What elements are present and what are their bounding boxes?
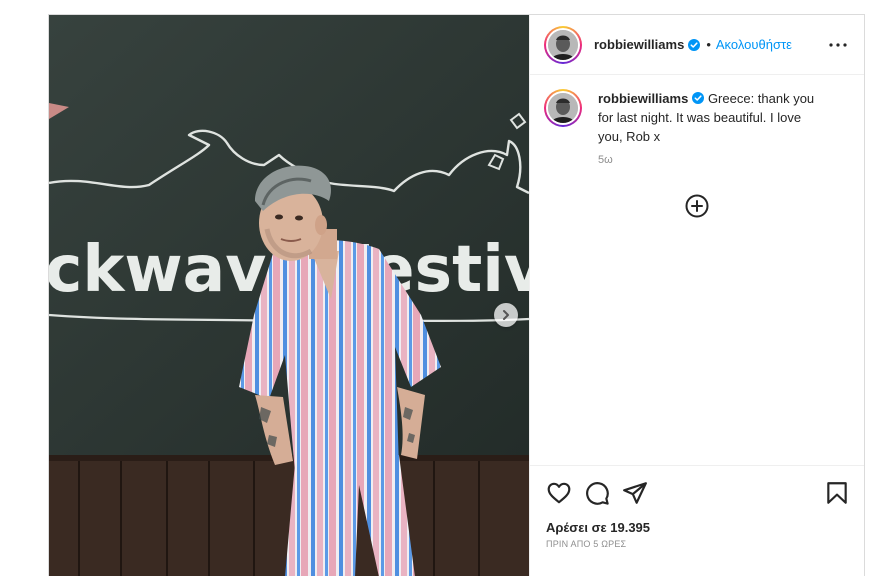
avatar[interactable] xyxy=(544,25,582,64)
likes-count[interactable]: Αρέσει σε 19.395 xyxy=(546,520,850,535)
caption-avatar[interactable] xyxy=(544,89,582,127)
post-photo[interactable]: ckwave Festiv xyxy=(49,15,529,576)
post-header: robbiewilliams • Ακολουθήστε xyxy=(530,15,864,75)
load-more-comments-button[interactable] xyxy=(685,194,709,218)
post-side-panel: robbiewilliams • Ακολουθήστε robbiewilli… xyxy=(529,15,864,576)
next-photo-button[interactable] xyxy=(494,303,518,327)
caption-section: robbiewilliams Greece: thank you for las… xyxy=(530,75,864,170)
photo-illustration: ckwave Festiv xyxy=(49,15,529,576)
follow-button[interactable]: Ακολουθήστε xyxy=(716,37,792,52)
caption-avatar-image xyxy=(548,93,578,123)
instagram-post: ckwave Festiv robbiewilliams • Ακολουθήσ… xyxy=(48,14,865,576)
comment-icon[interactable] xyxy=(584,480,610,506)
chevron-right-icon xyxy=(503,310,509,320)
heart-icon[interactable] xyxy=(546,480,572,506)
caption: robbiewilliams Greece: thank you for las… xyxy=(598,89,828,170)
verified-badge-icon xyxy=(692,92,705,104)
post-actions-area: Αρέσει σε 19.395 ΠΡΙΝ ΑΠΟ 5 ΩΡΕΣ xyxy=(530,465,864,549)
more-options-icon xyxy=(829,42,847,47)
share-icon[interactable] xyxy=(622,480,648,506)
more-options-button[interactable] xyxy=(826,33,850,57)
action-bar xyxy=(546,480,850,506)
page: ckwave Festiv robbiewilliams • Ακολουθήσ… xyxy=(0,0,878,576)
post-timestamp[interactable]: ΠΡΙΝ ΑΠΟ 5 ΩΡΕΣ xyxy=(546,539,850,549)
add-circle-icon xyxy=(685,194,709,218)
avatar-image xyxy=(548,29,578,60)
post-author-username[interactable]: robbiewilliams xyxy=(594,37,684,52)
verified-badge-icon xyxy=(688,38,701,51)
separator-dot: • xyxy=(706,37,711,52)
caption-username[interactable]: robbiewilliams xyxy=(598,91,688,106)
caption-time[interactable]: 5ω xyxy=(598,151,828,170)
bookmark-icon[interactable] xyxy=(824,480,850,506)
